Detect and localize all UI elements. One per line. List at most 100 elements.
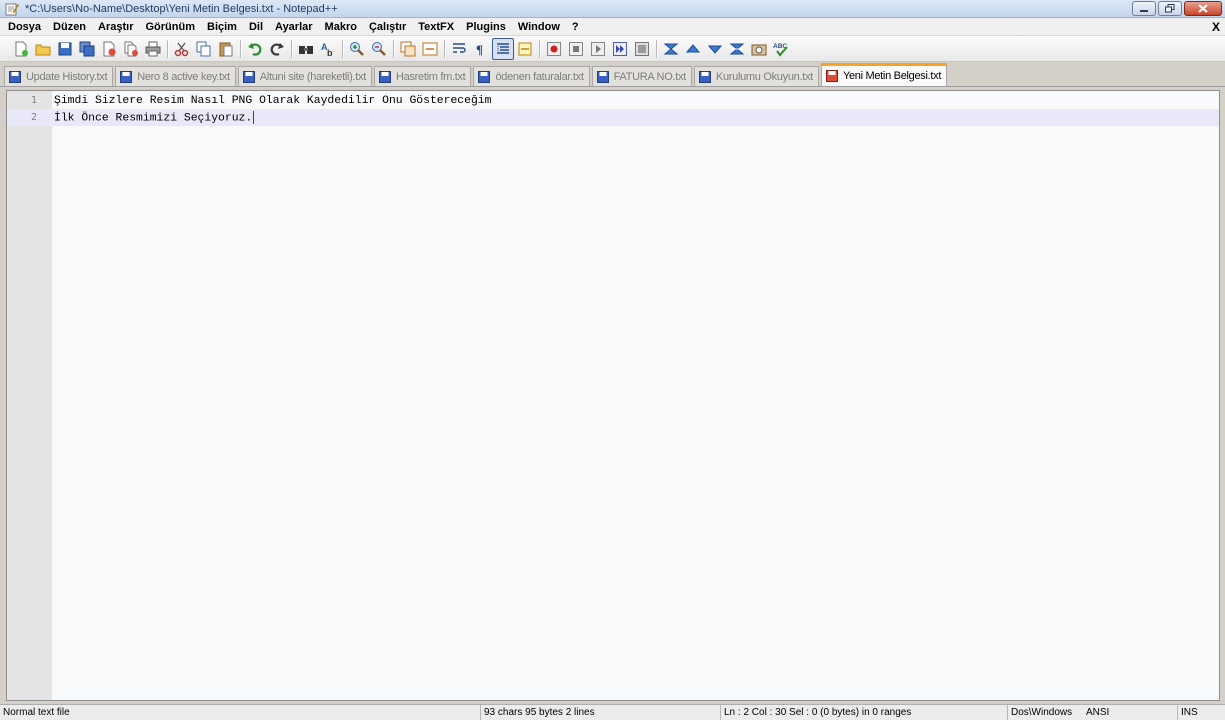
svg-text:¶: ¶ (476, 42, 483, 57)
close-file-button[interactable] (98, 38, 120, 60)
close-all-button[interactable] (120, 38, 142, 60)
editor-line[interactable]: 1 Şimdi Sizlere Resim Nasıl PNG Olarak K… (7, 92, 1219, 109)
notepad-plus-plus-icon (5, 2, 19, 15)
undo-button[interactable] (244, 38, 266, 60)
toolbar-separator (656, 39, 657, 58)
menu-dil[interactable]: Dil (243, 18, 269, 36)
restore-button[interactable] (1158, 1, 1182, 16)
line-number: 2 (30, 112, 37, 123)
menu-plugins[interactable]: Plugins (460, 18, 512, 36)
copy-button[interactable] (193, 38, 215, 60)
status-file-type: Normal text file (3, 707, 70, 718)
status-length: 93 chars 95 bytes 2 lines (480, 705, 718, 720)
bookmark-button[interactable] (726, 38, 748, 60)
tab-update-history[interactable]: Update History.txt (4, 66, 114, 86)
redo-icon (270, 42, 284, 56)
tab-kurulumu-okuyun[interactable]: Kurulumu Okuyun.txt (693, 66, 819, 86)
up-arrow-icon (685, 43, 701, 52)
close-icon (1198, 4, 1208, 13)
tab-fatura-no[interactable]: FATURA NO.txt (591, 66, 692, 86)
tab-nero-8-active-key[interactable]: Nero 8 active key.txt (115, 66, 236, 86)
redo-button[interactable] (266, 38, 288, 60)
new-file-button[interactable] (10, 38, 32, 60)
menu-help[interactable]: ? (566, 18, 585, 36)
save-macro-icon (635, 41, 649, 56)
save-all-icon (79, 41, 95, 56)
run-macro-multiple-button[interactable] (609, 38, 631, 60)
trim-button[interactable] (660, 38, 682, 60)
saved-file-icon (9, 70, 21, 83)
editor-line-current[interactable]: 2 İlk Önce Resmimizi Seçiyoruz. (7, 109, 1219, 126)
print-button[interactable] (142, 38, 164, 60)
saved-file-icon (478, 70, 491, 83)
word-wrap-button[interactable] (448, 38, 470, 60)
saved-file-icon (378, 70, 391, 83)
tab-yeni-metin-belgesi[interactable]: Yeni Metin Belgesi.txt (820, 63, 948, 86)
fold-button[interactable] (514, 38, 536, 60)
show-all-chars-icon: ¶ (476, 42, 483, 57)
tab-hasretim-fm[interactable]: Hasretim fm.txt (373, 66, 472, 86)
tab-altuni-site[interactable]: Altuni site (hareketli).txt (237, 66, 372, 86)
stop-macro-button[interactable] (565, 38, 587, 60)
unsaved-file-icon (825, 70, 838, 82)
toolbar: Ab ¶ ABC (0, 36, 1225, 62)
move-down-button[interactable] (704, 38, 726, 60)
monitor-icon (751, 44, 767, 55)
run-macro-multiple-icon (613, 41, 627, 56)
tab-label: Altuni site (hareketli).txt (259, 70, 367, 83)
zoom-in-button[interactable] (346, 38, 368, 60)
menu-arastir[interactable]: Araştır (92, 18, 139, 36)
menu-bar: Dosya Düzen Araştır Görünüm Biçim Dil Ay… (0, 18, 1225, 36)
save-button[interactable] (54, 38, 76, 60)
find-button[interactable] (295, 38, 317, 60)
menu-ayarlar[interactable]: Ayarlar (269, 18, 319, 36)
menu-duzen[interactable]: Düzen (47, 18, 92, 36)
replace-icon: Ab (321, 42, 333, 57)
sync-vertical-button[interactable] (397, 38, 419, 60)
spell-check-button[interactable]: ABC (770, 38, 792, 60)
indent-guide-button[interactable] (492, 37, 514, 60)
close-window-button[interactable] (1184, 1, 1222, 16)
zoom-in-icon (350, 41, 364, 56)
paste-button[interactable] (215, 38, 237, 60)
tab-odenen-faturalar[interactable]: ödenen faturalar.txt (473, 66, 590, 86)
zoom-out-button[interactable] (368, 38, 390, 60)
close-document-button[interactable]: X (1212, 18, 1220, 36)
new-file-icon (15, 41, 28, 56)
status-bar: Normal text file 93 chars 95 bytes 2 lin… (0, 704, 1225, 720)
menu-calistir[interactable]: Çalıştır (363, 18, 412, 36)
text-editor[interactable]: 1 Şimdi Sizlere Resim Nasıl PNG Olarak K… (6, 90, 1220, 701)
saved-file-icon (120, 70, 133, 83)
monitor-button[interactable] (748, 38, 770, 60)
menu-makro[interactable]: Makro (319, 18, 363, 36)
replace-button[interactable]: Ab (317, 38, 339, 60)
title-bar: *C:\Users\No-Name\Desktop\Yeni Metin Bel… (0, 0, 1225, 18)
cut-button[interactable] (171, 38, 193, 60)
menu-gorunum[interactable]: Görünüm (140, 18, 202, 36)
minimize-button[interactable] (1132, 1, 1156, 16)
play-macro-icon (591, 41, 605, 56)
menu-window[interactable]: Window (512, 18, 566, 36)
menu-bicim[interactable]: Biçim (201, 18, 243, 36)
status-eol: Dos\Windows (1007, 705, 1081, 720)
save-icon (58, 42, 72, 55)
text-caret (253, 110, 255, 124)
show-all-chars-button[interactable]: ¶ (470, 38, 492, 60)
toolbar-separator (240, 39, 241, 58)
saved-file-icon (698, 70, 711, 83)
save-all-button[interactable] (76, 38, 98, 60)
tab-bar: Update History.txt Nero 8 active key.txt… (0, 63, 1225, 87)
open-file-button[interactable] (32, 38, 54, 60)
line-text: Şimdi Sizlere Resim Nasıl PNG Olarak Kay… (54, 94, 492, 107)
save-macro-button[interactable] (631, 38, 653, 60)
menu-dosya[interactable]: Dosya (2, 18, 47, 36)
status-insert-mode: INS (1177, 705, 1225, 720)
record-macro-button[interactable] (543, 38, 565, 60)
menu-textfx[interactable]: TextFX (412, 18, 460, 36)
play-macro-button[interactable] (587, 38, 609, 60)
tab-label: Hasretim fm.txt (395, 70, 466, 83)
undo-icon (248, 42, 262, 56)
tab-label: Update History.txt (26, 70, 108, 83)
sync-horizontal-button[interactable] (419, 38, 441, 60)
move-up-button[interactable] (682, 38, 704, 60)
